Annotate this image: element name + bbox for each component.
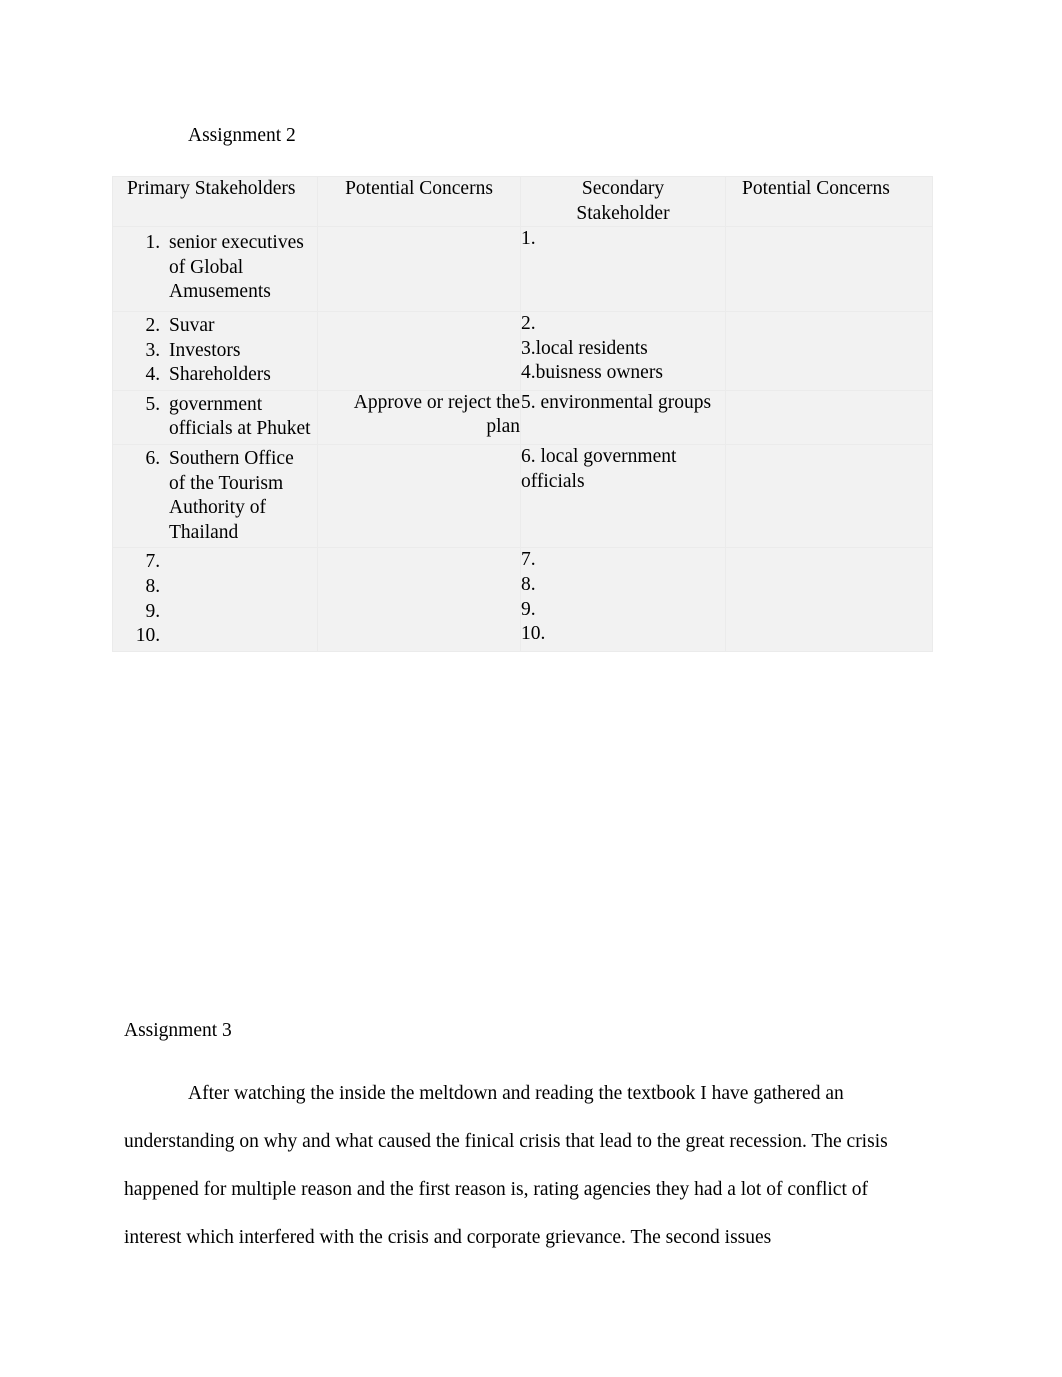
primary-concerns-cell-4 xyxy=(317,443,521,549)
secondary-header-line-2: Stakeholder xyxy=(576,202,670,224)
secondary-stakeholders-cell-2: 2. 3.local residents 4.buisness owners xyxy=(520,310,726,391)
column-header-potential-concerns-primary: Potential Concerns xyxy=(317,175,521,228)
list-item: government officials at Phuket xyxy=(165,393,313,442)
list-item: 1. xyxy=(521,228,536,250)
primary-stakeholders-cell-5 xyxy=(112,547,318,652)
list-item xyxy=(165,575,313,600)
secondary-concerns-cell-1 xyxy=(725,226,933,312)
list-item xyxy=(165,624,313,649)
column-header-secondary-stakeholder: Secondary Stakeholder xyxy=(520,175,726,228)
secondary-stakeholders-cell-1: 1. xyxy=(520,226,726,312)
primary-stakeholders-cell-4: Southern Office of the Tourism Authority… xyxy=(112,443,318,549)
document-page: Assignment 2 Primary Stakeholders Potent… xyxy=(0,0,1062,1377)
list-item: senior executives of Global Amusements xyxy=(165,231,313,305)
assignment-3-paragraph: After watching the inside the meltdown a… xyxy=(124,1083,888,1248)
assignment-2-heading: Assignment 2 xyxy=(188,125,296,146)
table-row: senior executives of Global Amusements 1… xyxy=(112,226,933,312)
table-row: 7. 8. 9. 10. xyxy=(112,547,933,652)
list-item: Southern Office of the Tourism Authority… xyxy=(165,447,313,545)
list-item: Suvar xyxy=(165,314,313,339)
primary-list-2: Suvar Investors Shareholders xyxy=(113,312,317,390)
secondary-stakeholders-cell-4: 6. local government officials xyxy=(520,443,726,549)
list-item xyxy=(165,550,313,575)
secondary-header-line-1: Secondary xyxy=(581,178,665,199)
secondary-concerns-cell-4 xyxy=(725,443,933,549)
primary-concerns-cell-3: Approve or reject the plan xyxy=(317,389,521,445)
list-item: 9. xyxy=(521,598,536,620)
primary-concerns-cell-1 xyxy=(317,226,521,312)
list-item: 7. xyxy=(521,549,536,571)
list-item xyxy=(165,600,313,625)
list-item: 8. xyxy=(521,573,536,595)
list-item: Investors xyxy=(165,339,313,364)
primary-list-1: senior executives of Global Amusements xyxy=(113,227,317,311)
list-item: 3.local residents xyxy=(521,337,648,359)
secondary-concerns-cell-3 xyxy=(725,389,933,445)
primary-stakeholders-cell-3: government officials at Phuket xyxy=(112,389,318,445)
column-header-potential-concerns-secondary: Potential Concerns xyxy=(725,175,933,228)
stakeholder-table: Primary Stakeholders Potential Concerns … xyxy=(112,175,933,652)
primary-stakeholders-cell-1: senior executives of Global Amusements xyxy=(112,226,318,312)
column-header-primary-stakeholders: Primary Stakeholders xyxy=(112,175,318,228)
list-item: 4.buisness owners xyxy=(521,362,663,384)
assignment-3-heading: Assignment 3 xyxy=(124,1020,232,1041)
table-row: Southern Office of the Tourism Authority… xyxy=(112,443,933,549)
table-row: Suvar Investors Shareholders 2. 3.local … xyxy=(112,310,933,391)
table-row: government officials at Phuket Approve o… xyxy=(112,389,933,445)
secondary-concerns-cell-2 xyxy=(725,310,933,391)
primary-concerns-cell-2 xyxy=(317,310,521,391)
table-header-row: Primary Stakeholders Potential Concerns … xyxy=(112,175,933,228)
primary-concerns-cell-5 xyxy=(317,547,521,652)
secondary-stakeholders-cell-3: 5. environmental groups xyxy=(520,389,726,445)
list-item: 5. environmental groups xyxy=(521,391,712,413)
list-item: 2. xyxy=(521,312,536,334)
primary-list-4: Southern Office of the Tourism Authority… xyxy=(113,445,317,547)
primary-stakeholders-cell-2: Suvar Investors Shareholders xyxy=(112,310,318,391)
primary-list-5 xyxy=(113,548,317,650)
primary-list-3: government officials at Phuket xyxy=(113,391,317,444)
secondary-stakeholders-cell-5: 7. 8. 9. 10. xyxy=(520,547,726,652)
secondary-concerns-cell-5 xyxy=(725,547,933,652)
list-item: Shareholders xyxy=(165,363,313,388)
list-item: 10. xyxy=(521,623,546,645)
list-item: 6. local government officials xyxy=(521,445,677,492)
